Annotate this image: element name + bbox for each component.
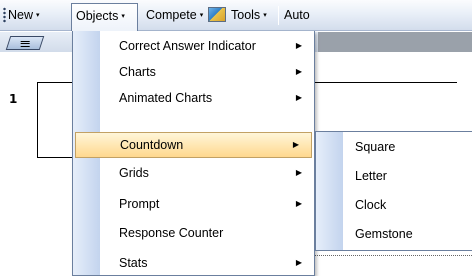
tools-icon [208, 7, 226, 23]
chevron-right-icon: ▶ [295, 93, 302, 102]
submenu-item-gemstone[interactable]: Gemstone [316, 220, 472, 249]
menu-item-label: Animated Charts [119, 91, 213, 105]
menu-item-label: Prompt [119, 197, 160, 211]
chevron-down-icon: ▾ [199, 12, 204, 19]
compete-menu-label: Compete [146, 8, 197, 22]
menu-item-label: Stats [119, 256, 148, 270]
submenu-item-label: Letter [355, 169, 387, 183]
list-icon [20, 41, 30, 47]
new-menu-button[interactable]: New ▾ [8, 0, 40, 31]
main-toolbar: New ▾ Objects ▾ Compete ▾ Tools ▾ Auto [0, 0, 472, 31]
submenu-item-clock[interactable]: Clock [316, 191, 472, 220]
slide-tab-button[interactable] [5, 36, 45, 50]
menu-item-grids[interactable]: Grids ▶ [73, 160, 314, 186]
chevron-right-icon: ▶ [295, 67, 302, 76]
menu-item-label: Charts [119, 65, 156, 79]
countdown-submenu: Square Letter Clock Gemstone [315, 131, 472, 251]
chevron-down-icon: ▾ [121, 13, 125, 20]
objects-dropdown-menu: Correct Answer Indicator ▶ Charts ▶ Anim… [72, 31, 315, 276]
objects-menu-label: Objects [76, 9, 119, 23]
chevron-down-icon: ▾ [263, 12, 267, 19]
tools-menu-button[interactable]: Tools ▾ [208, 0, 267, 31]
menu-item-response-counter[interactable]: Response Counter [73, 220, 314, 246]
objects-menu-button[interactable]: Objects ▾ [71, 3, 138, 31]
submenu-item-letter[interactable]: Letter [316, 162, 472, 191]
chevron-right-icon: ▶ [295, 199, 302, 208]
dotted-divider [300, 255, 472, 256]
submenu-item-label: Square [355, 140, 396, 154]
chevron-right-icon: ▶ [292, 140, 299, 149]
menu-item-countdown[interactable]: Countdown ▶ [75, 132, 312, 158]
menu-item-label: Response Counter [119, 226, 224, 240]
compete-menu-button[interactable]: Compete ▾ [146, 0, 203, 31]
menu-item-label: Correct Answer Indicator [119, 39, 256, 53]
menu-item-label: Grids [119, 166, 149, 180]
mode-selector[interactable]: Auto [284, 0, 310, 31]
chevron-right-icon: ▶ [295, 258, 302, 267]
chevron-down-icon: ▾ [36, 12, 40, 19]
new-menu-label: New [8, 8, 34, 22]
menu-item-charts[interactable]: Charts ▶ [73, 59, 314, 85]
submenu-item-square[interactable]: Square [316, 133, 472, 162]
submenu-item-label: Gemstone [355, 227, 413, 241]
menu-item-stats[interactable]: Stats ▶ [73, 250, 314, 276]
slide-row-number: 1 [9, 92, 18, 106]
chevron-right-icon: ▶ [295, 41, 302, 50]
menu-item-prompt[interactable]: Prompt ▶ [73, 191, 314, 217]
toolbar-separator [278, 6, 279, 25]
menu-item-animated-charts[interactable]: Animated Charts ▶ [73, 85, 314, 111]
chevron-right-icon: ▶ [295, 168, 302, 177]
menu-item-correct-answer-indicator[interactable]: Correct Answer Indicator ▶ [73, 33, 314, 59]
tab-strip-background [318, 32, 472, 52]
menu-item-label: Countdown [120, 138, 184, 152]
tools-menu-label: Tools [231, 8, 261, 22]
mode-selector-value: Auto [284, 8, 310, 22]
toolbar-grip-handle[interactable] [3, 7, 6, 23]
submenu-item-label: Clock [355, 198, 387, 212]
